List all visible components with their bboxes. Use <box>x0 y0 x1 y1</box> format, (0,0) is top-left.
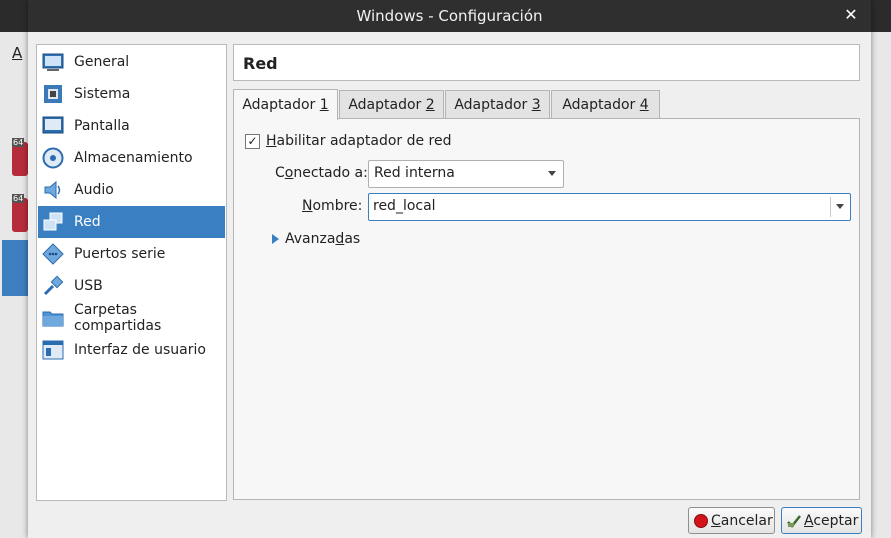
category-label: Almacenamiento <box>74 150 193 166</box>
background-vm-item: 64 <box>12 194 28 232</box>
category-label: Carpetas compartidas <box>74 302 162 334</box>
user-interface-icon <box>42 339 64 361</box>
page-title: Red <box>243 54 278 73</box>
accept-icon <box>787 514 801 528</box>
adapter-pane: ✓ Habilitar adaptador de red Conectado a… <box>233 118 860 500</box>
category-item-red[interactable]: Red <box>38 206 225 238</box>
category-item-carpetas-compartidas[interactable]: Carpetas compartidas <box>38 302 225 334</box>
background-window: A 64 64 <box>0 0 28 538</box>
titlebar: Windows - Configuración ✕ <box>28 0 871 32</box>
category-label: Puertos serie <box>74 246 166 262</box>
combo-separator <box>830 197 831 217</box>
tab-adaptador-1[interactable]: Adaptador 1 <box>233 89 338 120</box>
display-icon <box>42 115 64 137</box>
tab-adaptador-4[interactable]: Adaptador 4 <box>551 90 660 119</box>
settings-dialog: Windows - Configuración ✕ General Sistem… <box>28 0 871 538</box>
background-menu-label: A <box>12 44 23 62</box>
system-icon <box>42 83 64 105</box>
category-label: Pantalla <box>74 118 130 134</box>
accept-button[interactable]: Aceptar <box>781 507 862 534</box>
name-label: Nombre: <box>302 198 363 214</box>
category-label: Audio <box>74 182 114 198</box>
window-title: Windows - Configuración <box>356 7 543 25</box>
enable-adapter-row: ✓ Habilitar adaptador de red <box>245 133 452 149</box>
background-vm-item: 64 <box>12 138 28 176</box>
category-item-puertos-serie[interactable]: Puertos serie <box>38 238 225 270</box>
tab-adaptador-2[interactable]: Adaptador 2 <box>339 90 444 119</box>
storage-icon <box>42 147 64 169</box>
category-item-pantalla[interactable]: Pantalla <box>38 110 225 142</box>
serial-ports-icon <box>42 243 64 265</box>
network-icon <box>42 211 64 233</box>
cancel-button[interactable]: Cancelar <box>688 507 775 534</box>
general-icon <box>42 51 64 73</box>
category-label: Sistema <box>74 86 131 102</box>
name-combo-input[interactable]: red_local <box>368 193 851 221</box>
category-item-interfaz-de-usuario[interactable]: Interfaz de usuario <box>38 334 225 366</box>
chevron-down-icon[interactable] <box>836 204 844 209</box>
category-item-usb[interactable]: USB <box>38 270 225 302</box>
advanced-expander[interactable]: Avanzadas <box>272 231 360 247</box>
category-item-general[interactable]: General <box>38 46 225 78</box>
background-window-right <box>870 0 891 538</box>
name-value: red_local <box>373 198 436 214</box>
attached-to-label: Conectado a: <box>275 165 368 181</box>
expand-arrow-icon <box>272 234 279 244</box>
category-item-sistema[interactable]: Sistema <box>38 78 225 110</box>
attached-to-value: Red interna <box>374 165 455 181</box>
background-titlebar <box>0 0 28 32</box>
usb-icon <box>42 275 64 297</box>
close-icon[interactable]: ✕ <box>843 7 859 23</box>
section-header: Red <box>233 44 860 81</box>
enable-adapter-checkbox[interactable]: ✓ <box>245 133 260 149</box>
category-label: Red <box>74 214 101 230</box>
category-item-almacenamiento[interactable]: Almacenamiento <box>38 142 225 174</box>
background-vm-item-selected <box>2 240 28 296</box>
attached-to-select[interactable]: Red interna <box>368 160 564 188</box>
enable-adapter-label[interactable]: Habilitar adaptador de red <box>266 133 452 149</box>
cancel-label: Cancelar <box>711 512 773 529</box>
background-titlebar <box>871 0 891 32</box>
audio-icon <box>42 179 64 201</box>
shared-folders-icon <box>42 307 64 329</box>
category-label: Interfaz de usuario <box>74 342 206 358</box>
tab-adaptador-3[interactable]: Adaptador 3 <box>445 90 550 119</box>
chevron-down-icon <box>548 171 556 176</box>
category-item-audio[interactable]: Audio <box>38 174 225 206</box>
accept-label: Aceptar <box>804 512 859 529</box>
category-label: General <box>74 54 130 70</box>
category-list: General Sistema Pantalla Almacenamiento … <box>36 44 227 501</box>
cancel-icon <box>694 513 708 528</box>
advanced-label: Avanzadas <box>285 231 361 247</box>
category-label: USB <box>74 278 103 294</box>
